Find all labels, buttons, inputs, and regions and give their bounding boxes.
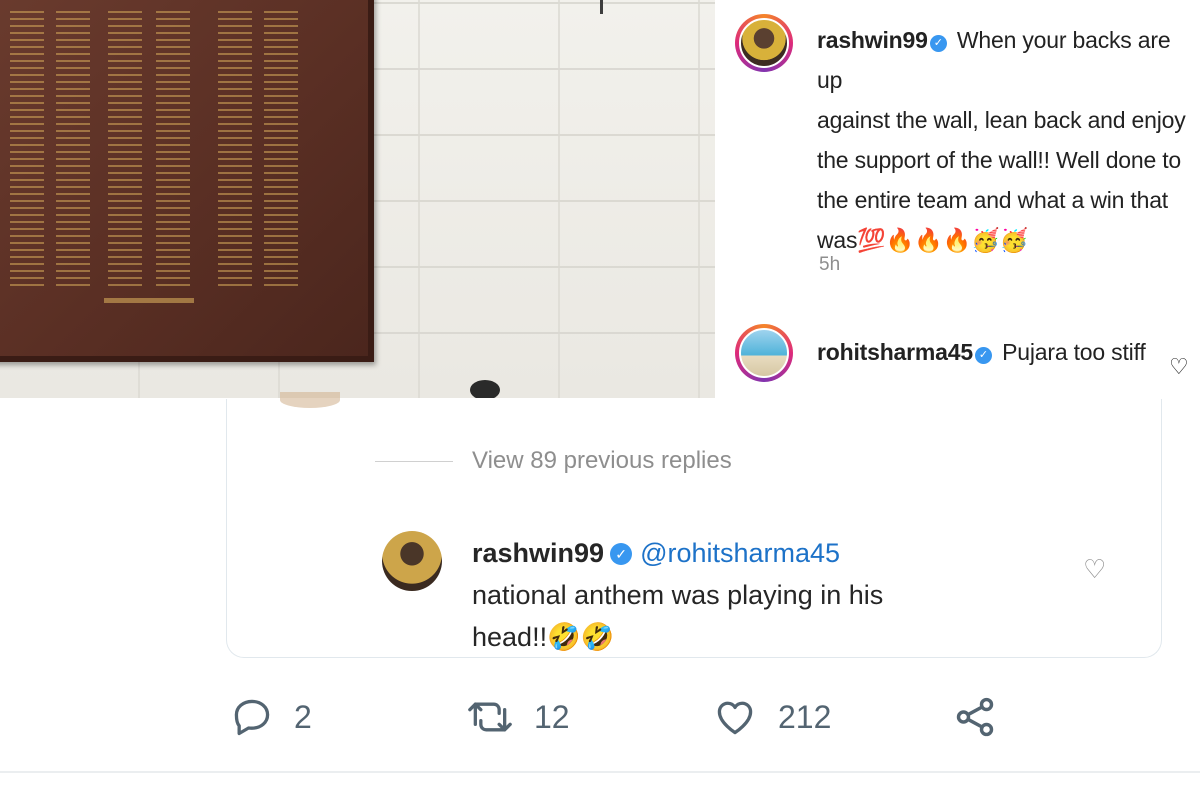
- avatar[interactable]: [382, 531, 442, 591]
- retweet-count: 12: [534, 698, 570, 735]
- caption-line: the entire team and what a win that: [817, 187, 1168, 213]
- mention-link[interactable]: @rohitsharma45: [640, 538, 840, 568]
- post-username[interactable]: rashwin99: [817, 27, 928, 53]
- avatar[interactable]: [735, 14, 793, 72]
- instagram-caption-panel: rashwin99 ✓ When your backs are up agains…: [715, 0, 1200, 398]
- comment-username[interactable]: rohitsharma45: [817, 339, 973, 365]
- bottom-divider: [0, 771, 1200, 773]
- photo-object: [470, 380, 500, 398]
- comment: rohitsharma45 ✓ Pujara too stiff: [817, 336, 1187, 368]
- board-footer-text: [104, 298, 194, 303]
- verified-badge-icon: ✓: [610, 543, 633, 565]
- reply-button[interactable]: 2: [230, 690, 312, 744]
- board-text-column: [156, 6, 190, 286]
- retweet-icon: [468, 702, 512, 732]
- like-count: 212: [778, 698, 832, 735]
- comment-text: Pujara too stiff: [1002, 339, 1146, 365]
- retweet-button[interactable]: 12: [466, 690, 570, 744]
- reply-text: rashwin99 ✓ @rohitsharma45 national anthem…: [472, 532, 1072, 658]
- board-text-column: [218, 6, 252, 286]
- share-icon: [956, 697, 994, 737]
- verified-badge-icon: ✓: [929, 35, 947, 52]
- board-text-column: [10, 6, 44, 286]
- post-photo: [0, 0, 715, 398]
- like-button[interactable]: 212: [712, 690, 831, 744]
- replies-divider: [375, 461, 453, 462]
- heart-icon[interactable]: ♡: [1083, 554, 1106, 585]
- post-caption: rashwin99 ✓ When your backs are up agains…: [817, 20, 1187, 260]
- heart-icon[interactable]: ♡: [1169, 354, 1189, 380]
- reply-icon: [234, 699, 270, 736]
- reply-line: head!!🤣🤣: [472, 622, 615, 652]
- board-text-column: [108, 6, 142, 286]
- like-icon: [717, 701, 753, 735]
- post-timestamp[interactable]: 5h: [819, 254, 840, 276]
- board-text-column: [56, 6, 90, 286]
- view-previous-replies-link[interactable]: View 89 previous replies: [472, 447, 732, 475]
- share-button[interactable]: [952, 690, 998, 744]
- avatar[interactable]: [735, 324, 793, 382]
- verified-badge-icon: ✓: [974, 347, 992, 364]
- caption-line: the support of the wall!! Well done to: [817, 147, 1182, 173]
- caption-line: against the wall, lean back and enjoy: [817, 107, 1186, 133]
- caption-line: was💯🔥🔥🔥🥳🥳: [817, 227, 1028, 253]
- avatar-partial: [280, 392, 340, 408]
- photo-object: [600, 0, 603, 14]
- reply-count: 2: [294, 698, 312, 735]
- tweet-action-bar: 2 12 212: [0, 690, 1200, 750]
- board-text-column: [264, 6, 298, 286]
- reply-username[interactable]: rashwin99: [472, 538, 604, 568]
- reply-line: national anthem was playing in his: [472, 580, 884, 610]
- honours-board: [0, 0, 374, 362]
